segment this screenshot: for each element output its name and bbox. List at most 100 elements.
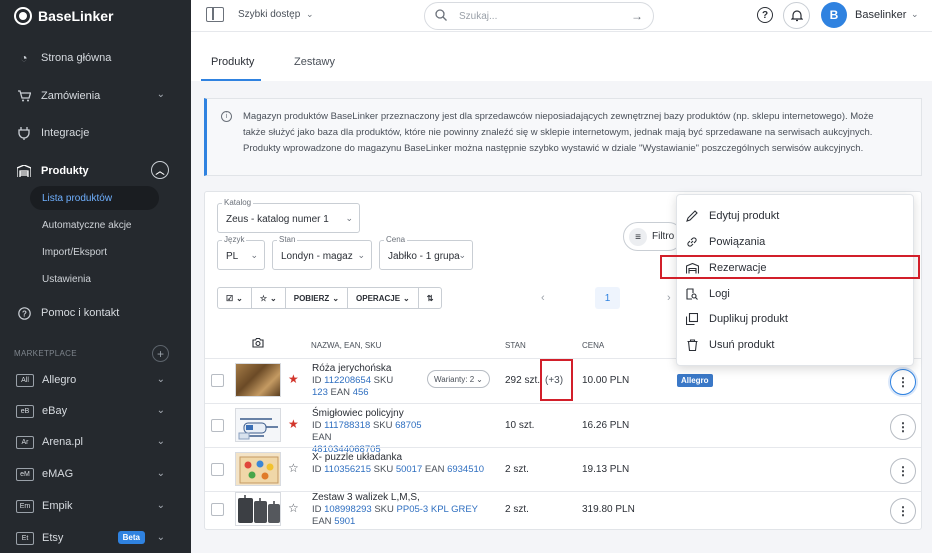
- row-checkbox[interactable]: [211, 503, 224, 516]
- add-marketplace-icon[interactable]: +: [152, 345, 169, 362]
- star-icon[interactable]: ★: [288, 372, 299, 386]
- price-group-select[interactable]: Cena Jabłko - 1 grupa ⌄: [379, 235, 473, 270]
- stock-select[interactable]: Stan Londyn - magaz ⌄: [272, 235, 372, 270]
- sidebar-item-label: Empik: [42, 500, 73, 512]
- search-bar[interactable]: Szukaj... →: [424, 2, 654, 30]
- row-actions-button[interactable]: ⋮: [890, 458, 916, 484]
- sidebar-item-label: Etsy: [42, 532, 64, 544]
- catalog-select[interactable]: Katalog Zeus - katalog numer 1 ⌄: [217, 198, 360, 233]
- row-checkbox[interactable]: [211, 419, 224, 432]
- tab-products[interactable]: Produkty: [211, 56, 254, 68]
- pagination-prev-icon[interactable]: ‹: [541, 292, 545, 304]
- sidebar-subitem-automatic-actions[interactable]: Automatyczne akcje: [30, 213, 132, 237]
- copy-icon: [685, 312, 699, 326]
- chevron-down-icon: ⌄: [156, 468, 165, 479]
- sidebar-item-home[interactable]: ◔ Strona główna: [0, 45, 191, 71]
- table-row[interactable]: ☆ X- puzzle układanka ID 110356215 SKU 5…: [205, 448, 921, 491]
- row-actions-button[interactable]: ⋮: [890, 414, 916, 440]
- product-image[interactable]: [235, 492, 281, 526]
- quick-access-menu[interactable]: Szybki dostęp: [238, 9, 300, 20]
- star-icon[interactable]: ☆: [288, 501, 299, 515]
- menu-item-duplicate-product[interactable]: Duplikuj produkt: [677, 307, 915, 331]
- pagination-current-page[interactable]: 1: [595, 287, 620, 309]
- sidebar-item-products[interactable]: Produkty ︿: [0, 158, 191, 184]
- row-actions-button[interactable]: ⋮: [890, 369, 916, 395]
- chevron-down-icon: ⌄: [156, 374, 165, 385]
- sidebar-item-ebay[interactable]: eB eBay ⌄: [0, 400, 191, 422]
- chevron-down-icon: ⌄: [357, 250, 365, 260]
- sidebar-item-arena[interactable]: Ar Arena.pl ⌄: [0, 431, 191, 453]
- download-button[interactable]: POBIERZ ⌄: [286, 288, 349, 308]
- star-icon[interactable]: ★: [288, 417, 299, 431]
- chevron-up-icon[interactable]: ︿: [151, 161, 169, 179]
- column-header-price[interactable]: CENA: [582, 341, 604, 350]
- menu-item-logs[interactable]: Logi: [677, 282, 915, 306]
- sidebar-item-integrations[interactable]: Integracje: [0, 120, 191, 146]
- pagination-next-icon[interactable]: ›: [667, 292, 671, 304]
- menu-item-delete-product[interactable]: Usuń produkt: [677, 333, 915, 357]
- avatar[interactable]: B: [821, 2, 847, 28]
- select-menu-button[interactable]: ☑ ⌄: [218, 288, 252, 308]
- help-icon[interactable]: ?: [757, 7, 773, 23]
- product-name[interactable]: Zestaw 3 walizek L,M,S,: [312, 492, 420, 503]
- stock-value: 2 szt.: [505, 464, 529, 475]
- sidebar-item-allegro[interactable]: All Allegro ⌄: [0, 369, 191, 391]
- table-row[interactable]: ☆ Zestaw 3 walizek L,M,S, ID 108998293 S…: [205, 488, 921, 531]
- row-actions-button[interactable]: ⋮: [890, 498, 916, 524]
- brand-logo[interactable]: BaseLinker: [14, 6, 113, 26]
- arrow-right-icon[interactable]: →: [631, 9, 643, 23]
- sidebar-item-etsy[interactable]: Et Etsy Beta ⌄: [0, 527, 191, 549]
- operations-button[interactable]: OPERACJE ⌄: [348, 288, 419, 308]
- sidebar-item-help[interactable]: ? Pomoc i kontakt: [0, 300, 191, 326]
- sidebar-item-label: Allegro: [42, 374, 77, 386]
- product-image[interactable]: [235, 408, 281, 442]
- username[interactable]: Baselinker: [855, 9, 906, 21]
- row-checkbox[interactable]: [211, 463, 224, 476]
- column-header-stock[interactable]: STAN: [505, 341, 526, 350]
- sidebar: BaseLinker ◔ Strona główna Zamówienia ⌄ …: [0, 0, 191, 553]
- favorites-menu-button[interactable]: ☆ ⌄: [252, 288, 286, 308]
- sidebar-subitem-product-list[interactable]: Lista produktów: [30, 186, 159, 210]
- product-meta: ID 108998293 SKU PP05-3 KPL GREY EAN 5901: [312, 504, 479, 527]
- product-name[interactable]: X- puzzle układanka: [312, 452, 402, 463]
- row-checkbox[interactable]: [211, 374, 224, 387]
- sidebar-subitem-settings[interactable]: Ustawienia: [30, 267, 91, 291]
- marketplace-badge: Ar: [16, 435, 34, 449]
- tab-sets[interactable]: Zestawy: [294, 56, 335, 68]
- star-icon[interactable]: ☆: [288, 461, 299, 475]
- search-input[interactable]: Szukaj...: [459, 11, 497, 22]
- sidebar-item-label: Pomoc i kontakt: [41, 307, 120, 319]
- sidebar-item-emag[interactable]: eM eMAG ⌄: [0, 463, 191, 485]
- stock-value: 2 szt.: [505, 504, 529, 515]
- menu-item-edit-product[interactable]: Edytuj produkt: [677, 204, 915, 228]
- chevron-down-icon: ⌄: [156, 89, 165, 100]
- info-text: Magazyn produktów BaseLinker przeznaczon…: [243, 111, 874, 154]
- product-meta: ID 110356215 SKU 50017 EAN 6934510: [312, 464, 485, 475]
- product-name[interactable]: Śmigłowiec policyjny: [312, 408, 404, 419]
- bell-icon[interactable]: [783, 2, 810, 29]
- variants-dropdown[interactable]: Warianty: 2 ⌄: [427, 370, 490, 388]
- column-header-name[interactable]: NAZWA, EAN, SKU: [311, 341, 381, 350]
- filter-button[interactable]: ≡ Filtro: [623, 222, 683, 251]
- table-row[interactable]: ★ Śmigłowiec policyjny ID 111788318 SKU …: [205, 404, 921, 455]
- sidebar-item-empik[interactable]: Em Empik ⌄: [0, 495, 191, 517]
- sort-button[interactable]: ⇅: [419, 288, 442, 308]
- filter-icon: ≡: [629, 228, 647, 246]
- svg-text:?: ?: [22, 309, 27, 318]
- chevron-down-icon: ⌄: [911, 9, 919, 19]
- star-icon: ☆: [259, 293, 268, 303]
- sidebar-item-orders[interactable]: Zamówienia ⌄: [0, 83, 191, 109]
- menu-item-relations[interactable]: Powiązania: [677, 230, 915, 254]
- marketplace-badge: Et: [16, 531, 34, 545]
- chevron-down-icon: ⌄: [156, 500, 165, 511]
- marketplace-badge: Em: [16, 499, 34, 513]
- language-select[interactable]: Język PL ⌄: [217, 235, 265, 270]
- product-image[interactable]: [235, 452, 281, 486]
- chevron-down-icon: ⌄: [458, 250, 466, 260]
- product-name[interactable]: Róża jerychońska: [312, 363, 391, 374]
- marketplace-tag[interactable]: Allegro: [677, 374, 713, 387]
- sidebar-toggle-icon[interactable]: [206, 7, 224, 22]
- sidebar-subitem-import-export[interactable]: Import/Eksport: [30, 240, 107, 264]
- marketplace-badge: eM: [16, 467, 34, 481]
- product-image[interactable]: [235, 363, 281, 397]
